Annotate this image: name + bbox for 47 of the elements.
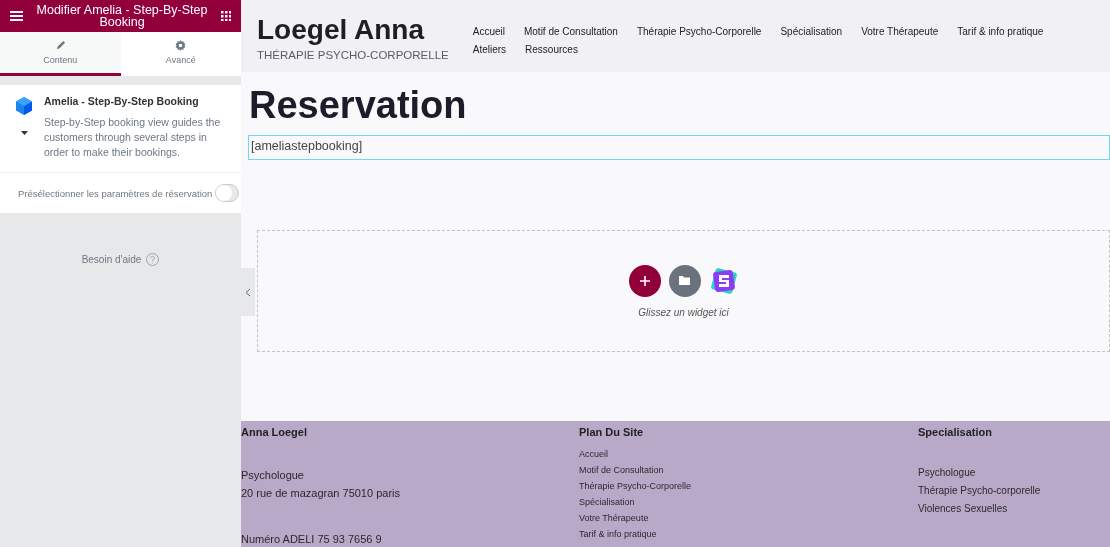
editor-title: Modifier Amelia - Step-By-Step Booking <box>35 4 209 28</box>
chevron-icon <box>246 288 250 296</box>
panel-tab[interactable]: Contenu <box>0 32 121 76</box>
plus-icon <box>639 275 650 286</box>
folder-icon <box>679 276 690 285</box>
footer-link[interactable]: Psychologue <box>918 464 1110 482</box>
footer-link[interactable]: Motif de Consultation <box>579 462 918 478</box>
footer-text: Numéro ADELI 75 93 7656 9 <box>241 532 383 547</box>
add-button[interactable] <box>628 264 661 297</box>
nav-link[interactable]: Thérapie Psycho-Corporelle <box>636 26 762 37</box>
toggle-label: Présélectionner les paramètres de réservation <box>18 187 213 199</box>
footer-link[interactable]: Thérapie Psycho-Corporelle <box>579 478 918 494</box>
toggle-switch[interactable] <box>215 184 240 202</box>
nav-link[interactable]: Ressources <box>525 44 578 55</box>
nav-link[interactable]: Tarif & info pratique <box>957 26 1044 37</box>
pencil-icon <box>54 40 66 51</box>
footer-link[interactable]: Violences Sexuelles <box>918 500 1110 518</box>
nav-link[interactable]: Motif de Consultation <box>523 26 618 37</box>
footer-link[interactable]: Accueil <box>579 446 918 462</box>
drop-hint: Glissez un widget ici <box>638 306 729 318</box>
template-button[interactable] <box>668 264 701 297</box>
footer-link[interactable]: Thérapie Psycho-corporelle <box>918 482 1110 500</box>
footer-text: 20 rue de mazagran 75010 paris <box>241 486 401 501</box>
site-title[interactable]: Loegel Anna <box>257 14 449 46</box>
footer-link[interactable]: Spécialisation <box>579 494 918 510</box>
grid-icon[interactable] <box>221 11 231 21</box>
site-tagline: THÉRAPIE PSYCHO-CORPORELLE <box>257 49 449 61</box>
footer-link[interactable]: Votre Thérapeute <box>579 510 918 526</box>
nav-link[interactable]: Accueil <box>472 26 505 37</box>
caret-icon[interactable] <box>20 131 28 135</box>
collapse-handle[interactable] <box>241 268 255 316</box>
help-text: Besoin d'aide <box>81 254 142 265</box>
nav-link[interactable]: Votre Thérapeute <box>861 26 939 37</box>
footer-link[interactable]: Tarif & info pratique <box>579 526 918 542</box>
footer-text: Psychologue <box>241 468 305 483</box>
footer-heading: Specialisation <box>918 426 993 438</box>
widget-description: Step-by-Step booking view guides the customers through several steps in order to make their bookings. <box>44 115 222 160</box>
widget-name: Amelia - Step-By-Step Booking <box>44 95 200 107</box>
cube-icon <box>16 97 32 115</box>
footer-heading: Anna Loegel <box>241 426 308 438</box>
nav-link[interactable]: Spécialisation <box>780 26 843 37</box>
settings-icon <box>175 40 187 51</box>
nav-link[interactable]: Ateliers <box>472 44 507 55</box>
menu-icon[interactable] <box>10 11 23 21</box>
page-heading: Reservation <box>248 83 468 127</box>
footer-heading: Plan Du Site <box>579 426 645 438</box>
shortcode-text: [ameliastepbooking] <box>248 135 1110 160</box>
